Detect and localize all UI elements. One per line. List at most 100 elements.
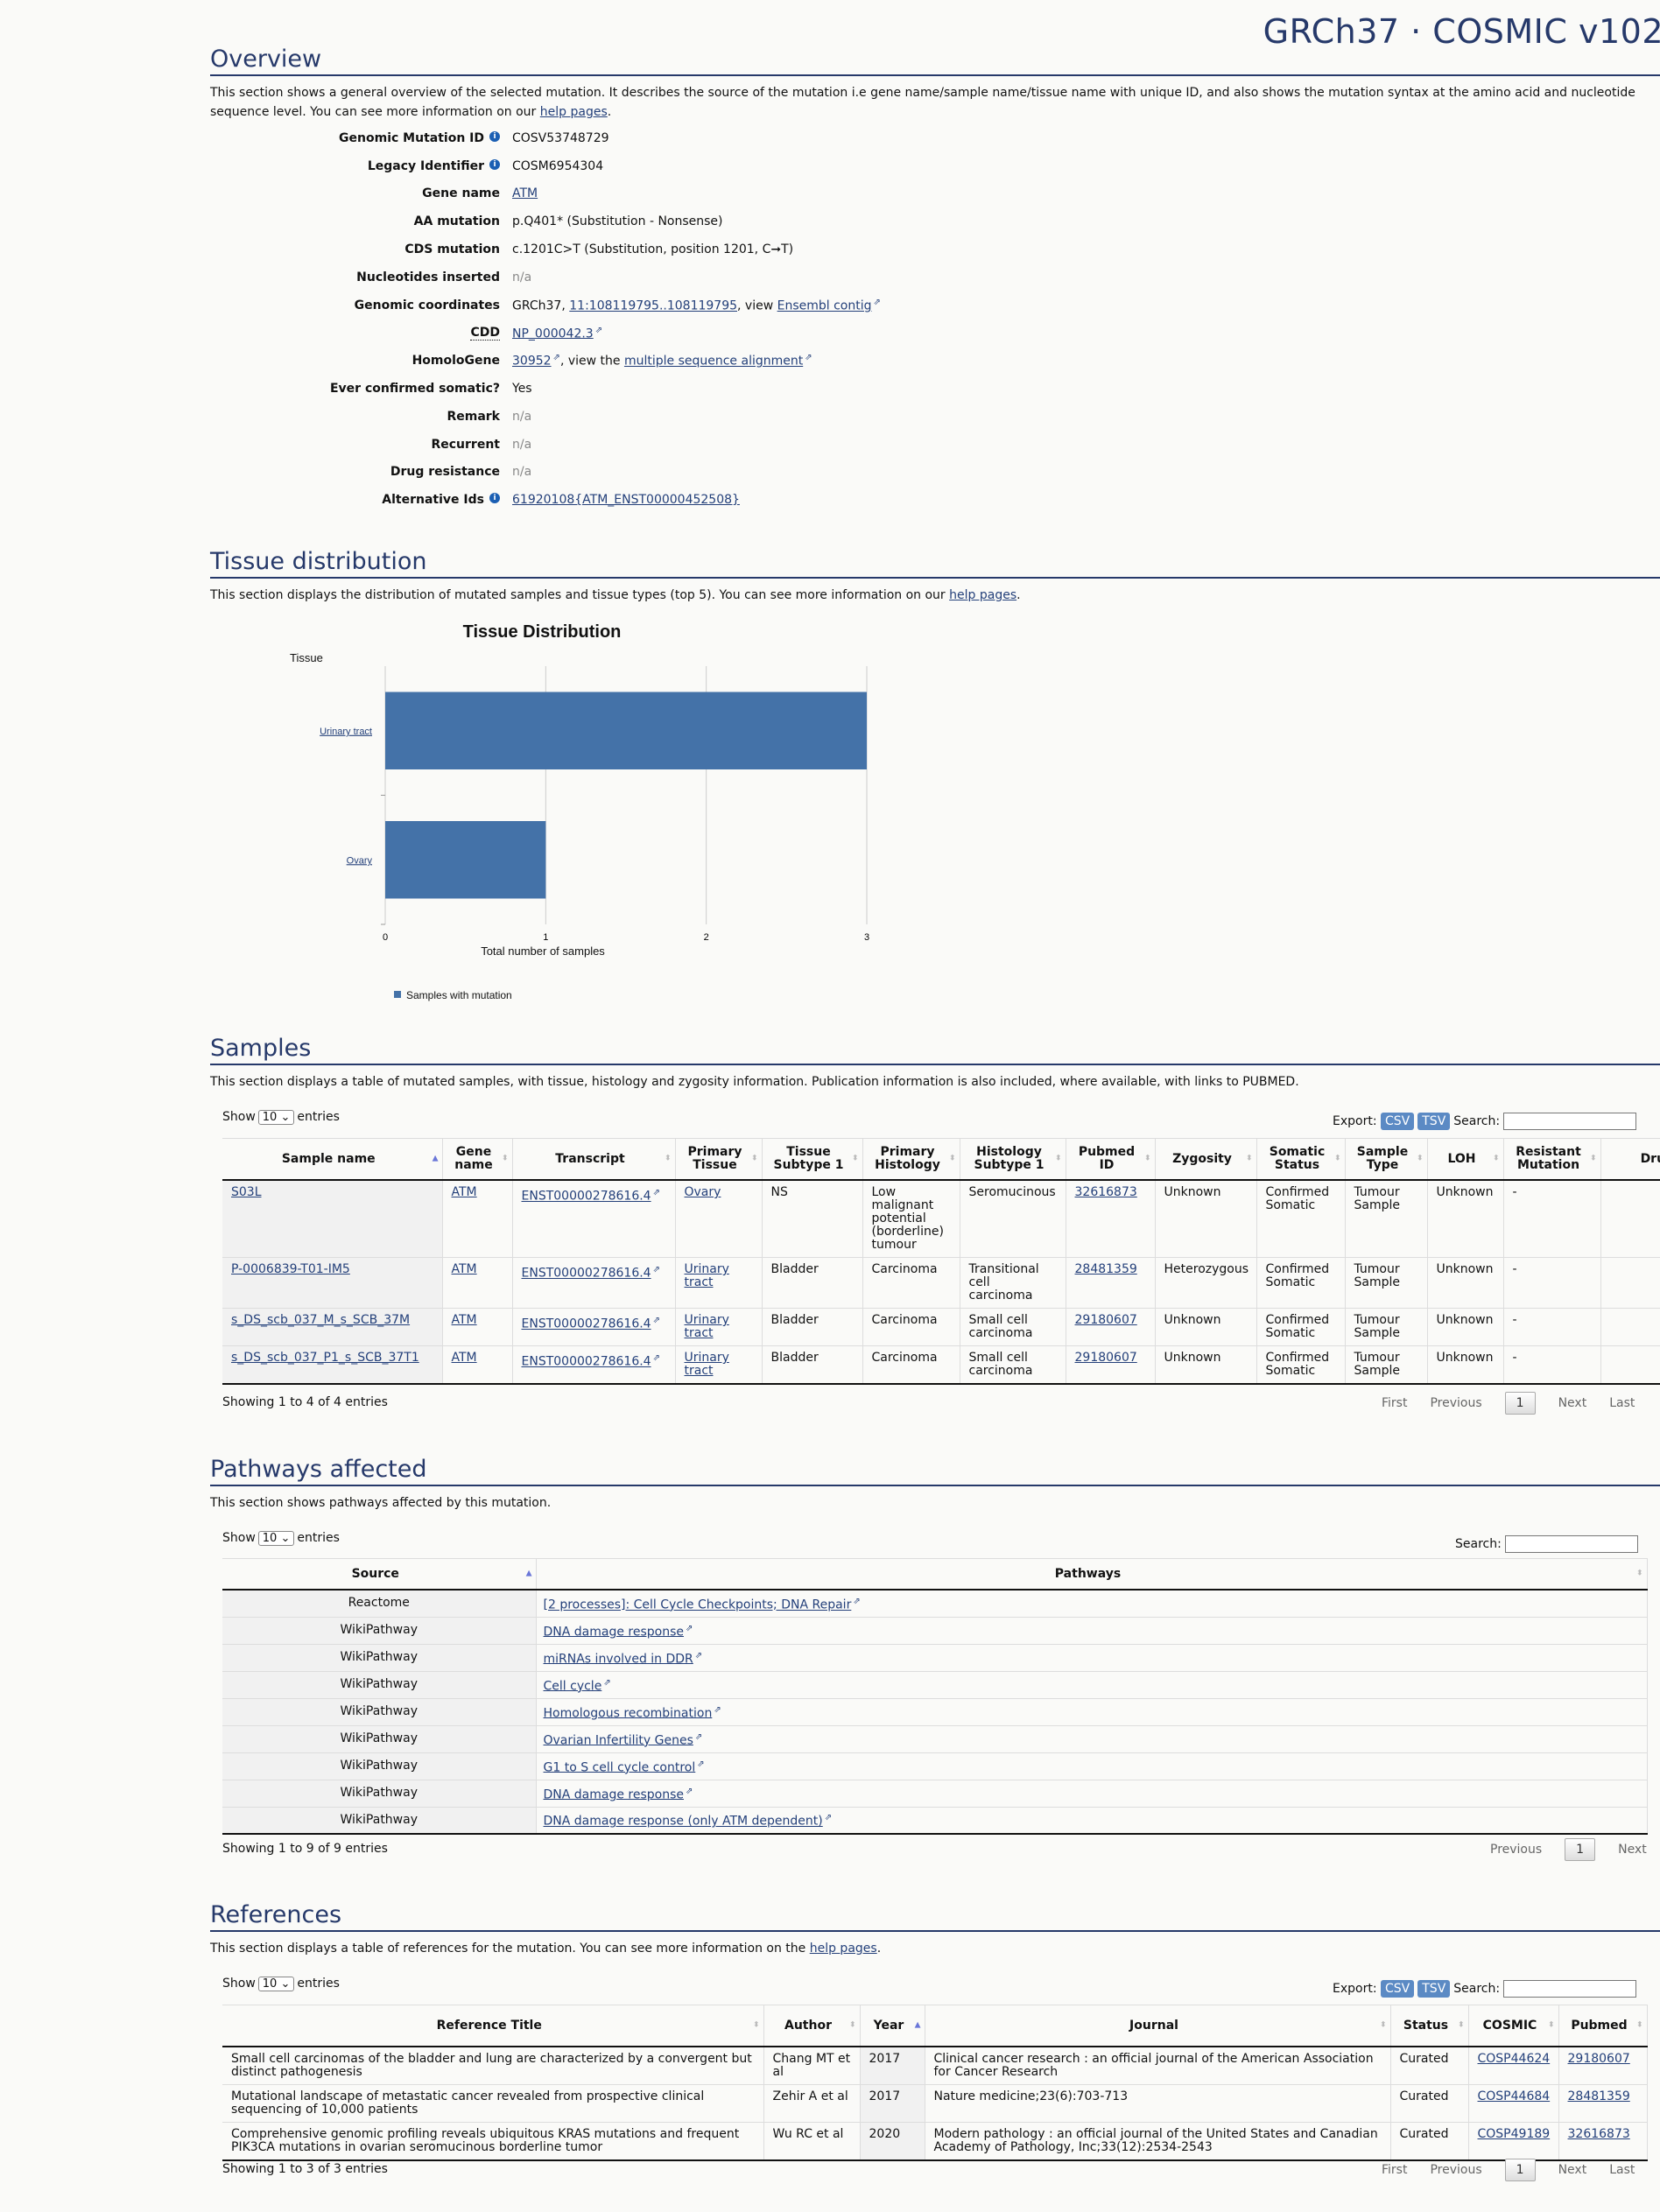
cell-status: Curated	[1390, 2122, 1469, 2161]
cosmic-link[interactable]: COSP44624	[1478, 2052, 1551, 2066]
previous-button[interactable]: Previous	[1430, 2163, 1481, 2177]
info-icon[interactable]: i	[489, 130, 500, 142]
column-header-reference-title[interactable]: Reference Title ⬍	[222, 2005, 764, 2047]
column-header-tissue-subtype-1[interactable]: Tissue Subtype 1 ⬍	[762, 1138, 863, 1181]
previous-button[interactable]: Previous	[1490, 1843, 1542, 1857]
last-button[interactable]: Last	[1609, 1396, 1635, 1410]
primary-tissue-link[interactable]: Urinary tract	[685, 1262, 729, 1289]
column-header-author[interactable]: Author ⬍	[763, 2005, 861, 2047]
last-button[interactable]: Last	[1609, 2163, 1635, 2177]
column-header-loh[interactable]: LOH ⬍	[1427, 1138, 1504, 1181]
alternative-id-link[interactable]: 61920108{ATM_ENST00000452508}	[512, 493, 740, 507]
pathways-link[interactable]: G1 to S cell cycle control	[544, 1760, 696, 1774]
column-header-primary-histology[interactable]: Primary Histology ⬍	[862, 1138, 960, 1181]
column-header-journal[interactable]: Journal ⬍	[925, 2005, 1391, 2047]
gene-link[interactable]: ATM	[512, 186, 538, 200]
sample-name-link[interactable]: s_DS_scb_037_P1_s_SCB_37T1	[231, 1351, 419, 1365]
page-size-select[interactable]: 10 ⌄	[257, 1531, 295, 1546]
pathways-link[interactable]: DNA damage response	[544, 1625, 685, 1639]
gene-name-link[interactable]: ATM	[452, 1262, 477, 1276]
previous-button[interactable]: Previous	[1430, 1396, 1481, 1410]
transcript-link[interactable]: ENST00000278616.4	[522, 1355, 651, 1369]
cosmic-link[interactable]: COSP44684	[1478, 2089, 1551, 2103]
sample-name-link[interactable]: P-0006839-T01-IM5	[231, 1262, 350, 1276]
pathways-search-input[interactable]	[1504, 1535, 1638, 1553]
primary-tissue-link[interactable]: Urinary tract	[685, 1351, 729, 1378]
gene-name-link[interactable]: ATM	[452, 1185, 477, 1199]
pubmed-link[interactable]: 32616873	[1568, 2127, 1630, 2141]
pubmed-id-link[interactable]: 29180607	[1075, 1351, 1137, 1365]
transcript-link[interactable]: ENST00000278616.4	[522, 1267, 651, 1281]
page-size-select[interactable]: 10 ⌄	[257, 1110, 295, 1125]
references-search-input[interactable]	[1503, 1980, 1637, 1998]
column-header-drugs[interactable]: Drugs⬍	[1600, 1138, 1660, 1181]
sort-icon: ⬍	[1589, 1154, 1597, 1163]
column-header-year[interactable]: Year ▲	[860, 2005, 925, 2047]
pathways-link[interactable]: DNA damage response	[544, 1787, 685, 1801]
column-header-somatic-status[interactable]: Somatic Status ⬍	[1256, 1138, 1346, 1181]
pubmed-link[interactable]: 29180607	[1568, 2052, 1630, 2066]
primary-tissue-link[interactable]: Urinary tract	[685, 1313, 729, 1340]
pubmed-link[interactable]: 28481359	[1568, 2089, 1630, 2103]
bar-urinary-tract[interactable]	[385, 692, 867, 770]
pathways-link[interactable]: Ovarian Infertility Genes	[544, 1733, 693, 1747]
export-tsv-button[interactable]: TSV	[1417, 1113, 1451, 1130]
pathways-link[interactable]: Homologous recombination	[544, 1706, 713, 1720]
column-header-status[interactable]: Status ⬍	[1390, 2005, 1469, 2047]
gene-name-link[interactable]: ATM	[452, 1313, 477, 1327]
page-1-button[interactable]: 1	[1504, 2159, 1536, 2181]
cdd-link[interactable]: NP_000042.3	[512, 327, 594, 341]
coordinates-link[interactable]: 11:108119795..108119795	[569, 299, 737, 313]
pathways-link[interactable]: Cell cycle	[544, 1679, 602, 1693]
transcript-link[interactable]: ENST00000278616.4	[522, 1317, 651, 1331]
export-csv-button[interactable]: CSV	[1381, 1113, 1415, 1130]
column-header-pubmed[interactable]: Pubmed ⬍	[1558, 2005, 1648, 2047]
column-header-pathways[interactable]: Pathways ⬍	[536, 1558, 1648, 1591]
export-tsv-button[interactable]: TSV	[1417, 1980, 1451, 1998]
homologene-link[interactable]: 30952	[512, 355, 552, 369]
bar-ovary[interactable]	[385, 821, 546, 899]
y-category-link[interactable]: Ovary	[347, 855, 373, 866]
next-button[interactable]: Next	[1558, 1396, 1587, 1410]
column-header-gene-name[interactable]: Gene name ⬍	[442, 1138, 513, 1181]
column-header-sample-name[interactable]: Sample name ▲	[222, 1138, 443, 1181]
info-icon[interactable]: i	[489, 158, 500, 170]
column-header-pubmed-id[interactable]: Pubmed ID ⬍	[1066, 1138, 1156, 1181]
info-icon[interactable]: i	[489, 493, 500, 504]
next-button[interactable]: Next	[1558, 2163, 1587, 2177]
primary-tissue-link[interactable]: Ovary	[685, 1185, 721, 1199]
sample-name-link[interactable]: s_DS_scb_037_M_s_SCB_37M	[231, 1313, 410, 1327]
column-header-source[interactable]: Source ▲	[222, 1558, 537, 1591]
pathways-link[interactable]: DNA damage response (only ATM dependent)	[544, 1815, 823, 1829]
gene-name-link[interactable]: ATM	[452, 1351, 477, 1365]
cosmic-link[interactable]: COSP49189	[1478, 2127, 1551, 2141]
column-header-zygosity[interactable]: Zygosity ⬍	[1155, 1138, 1257, 1181]
page-1-button[interactable]: 1	[1565, 1838, 1596, 1861]
first-button[interactable]: First	[1382, 1396, 1407, 1410]
sequence-alignment-link[interactable]: multiple sequence alignment	[624, 355, 803, 369]
column-header-resistant-mutation[interactable]: Resistant Mutation ⬍	[1503, 1138, 1601, 1181]
column-header-transcript[interactable]: Transcript ⬍	[512, 1138, 676, 1181]
y-category-link[interactable]: Urinary tract	[320, 727, 372, 737]
pubmed-id-link[interactable]: 32616873	[1075, 1185, 1137, 1199]
ensembl-contig-link[interactable]: Ensembl contig	[777, 299, 872, 313]
next-button[interactable]: Next	[1618, 1843, 1647, 1857]
first-button[interactable]: First	[1382, 2163, 1407, 2177]
column-header-sample-type[interactable]: Sample Type ⬍	[1345, 1138, 1428, 1181]
column-header-cosmic[interactable]: COSMIC ⬍	[1468, 2005, 1559, 2047]
help-pages-link[interactable]: help pages	[949, 588, 1016, 602]
help-pages-link[interactable]: help pages	[540, 105, 608, 119]
pubmed-id-link[interactable]: 29180607	[1075, 1313, 1137, 1327]
page-size-select[interactable]: 10 ⌄	[257, 1977, 295, 1991]
pathways-link[interactable]: [2 processes]: Cell Cycle Checkpoints; D…	[544, 1598, 852, 1612]
help-pages-link[interactable]: help pages	[810, 1942, 877, 1956]
sample-name-link[interactable]: S03L	[231, 1185, 262, 1199]
page-1-button[interactable]: 1	[1504, 1392, 1536, 1415]
samples-search-input[interactable]	[1503, 1113, 1637, 1130]
transcript-link[interactable]: ENST00000278616.4	[522, 1190, 651, 1204]
pubmed-id-link[interactable]: 28481359	[1075, 1262, 1137, 1276]
column-header-primary-tissue[interactable]: Primary Tissue ⬍	[675, 1138, 763, 1181]
pathways-link[interactable]: miRNAs involved in DDR	[544, 1652, 693, 1666]
column-header-histology-subtype-1[interactable]: Histology Subtype 1 ⬍	[960, 1138, 1066, 1181]
export-csv-button[interactable]: CSV	[1381, 1980, 1415, 1998]
